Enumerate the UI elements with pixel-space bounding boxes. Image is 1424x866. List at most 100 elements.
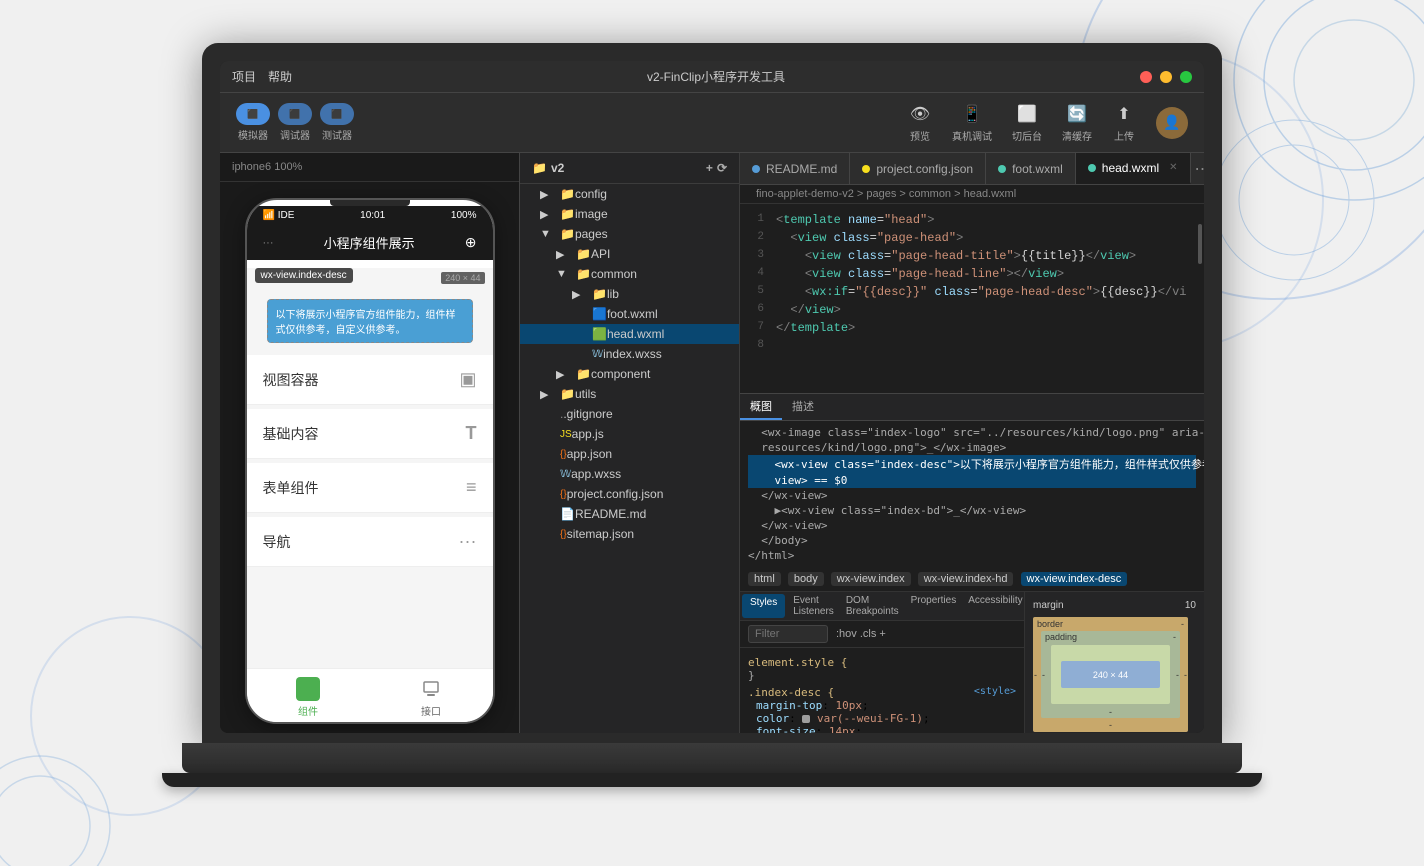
- chevron-right-icon: ▶: [540, 388, 556, 401]
- selector-html[interactable]: html: [748, 572, 781, 586]
- properties-tab[interactable]: Properties: [905, 592, 963, 620]
- file-tree-icon-new[interactable]: +: [706, 161, 713, 175]
- dom-breakpoints-tab[interactable]: DOM Breakpoints: [840, 592, 905, 620]
- tree-item-gitignore[interactable]: . .gitignore: [520, 404, 739, 424]
- tree-item-readme[interactable]: 📄 README.md: [520, 504, 739, 524]
- maximize-button[interactable]: [1180, 71, 1192, 83]
- folder-icon-config: 📁: [560, 187, 575, 201]
- highlighted-element: 以下将展示小程序官方组件能力，组件样式仅供参考，自定义供参考。: [267, 299, 473, 343]
- phone-section-2[interactable]: 表单组件 ≡: [247, 463, 493, 513]
- cut-action[interactable]: ⬜ 切后台: [1012, 102, 1042, 143]
- tab-foot-wxml[interactable]: foot.wxml: [986, 153, 1076, 184]
- toolbar-right: 👁 预览 📱 真机调试 ⬜ 切后台 🔄 清缓存: [908, 102, 1188, 143]
- filter-input[interactable]: [748, 625, 828, 643]
- tree-item-pages[interactable]: ▼ 📁 pages: [520, 224, 739, 244]
- phone-section-3[interactable]: 导航 ···: [247, 517, 493, 567]
- file-icon-foot-wxml: 🟦: [592, 307, 607, 321]
- tree-item-project-config[interactable]: {} project.config.json: [520, 484, 739, 504]
- tree-item-lib[interactable]: ▶ 📁 lib: [520, 284, 739, 304]
- selector-wx-view-index-hd[interactable]: wx-view.index-hd: [918, 572, 1014, 586]
- phone-section-1[interactable]: 基础内容 T: [247, 409, 493, 459]
- selector-wx-view-index[interactable]: wx-view.index: [831, 572, 911, 586]
- tree-item-utils[interactable]: ▶ 📁 utils: [520, 384, 739, 404]
- code-line-3: 3 <view class="page-head-title">{{title}…: [740, 248, 1204, 266]
- code-line-7: 7 </template>: [740, 320, 1204, 338]
- code-line-2: 2 <view class="page-head">: [740, 230, 1204, 248]
- tab-more-button[interactable]: ⋯: [1195, 159, 1204, 179]
- file-icon-sitemap: {}: [560, 529, 567, 540]
- user-avatar[interactable]: 👤: [1156, 107, 1188, 139]
- tree-item-head-wxml[interactable]: 🟩 head.wxml: [520, 324, 739, 344]
- editor-tabs: README.md project.config.json foot.wxml: [740, 153, 1204, 185]
- close-button[interactable]: [1140, 71, 1152, 83]
- selector-wx-view-index-desc[interactable]: wx-view.index-desc: [1021, 572, 1128, 586]
- padding-left-label: -: [1042, 670, 1045, 680]
- chevron-down-icon: ▼: [540, 228, 556, 240]
- chevron-right-icon: ▶: [540, 208, 556, 221]
- file-icon-head-wxml: 🟩: [592, 327, 607, 341]
- file-label-config: config: [575, 187, 607, 201]
- event-listeners-tab[interactable]: Event Listeners: [787, 592, 840, 620]
- file-icon-app-js: JS: [560, 429, 572, 440]
- tree-item-app-wxss[interactable]: 𝕎 app.wxss: [520, 464, 739, 484]
- status-signal: 📶 IDE: [263, 210, 295, 221]
- nav-icon-interface: [419, 677, 443, 701]
- debug-button[interactable]: ⬛ 调试器: [278, 103, 312, 142]
- tab-dot-project: [862, 165, 870, 173]
- file-tree-panel: 📁 v2 + ⟳ ▶ 📁 config ▶ 📁: [520, 153, 740, 733]
- preview-action[interactable]: 👁 预览: [908, 102, 932, 143]
- tree-item-app-js[interactable]: JS app.js: [520, 424, 739, 444]
- main-content: iphone6 100% 📶 IDE 10:01 100% ···: [220, 153, 1204, 733]
- tree-item-index-wxss[interactable]: 𝕎 index.wxss: [520, 344, 739, 364]
- styles-tab[interactable]: Styles: [742, 594, 785, 618]
- inspector-tab-overview[interactable]: 概图: [740, 394, 782, 420]
- device-label: iphone6 100%: [220, 153, 519, 182]
- nav-item-components[interactable]: 组件: [247, 677, 370, 718]
- upload-action[interactable]: ⬆ 上传: [1112, 102, 1136, 143]
- tree-item-sitemap[interactable]: {} sitemap.json: [520, 524, 739, 544]
- dom-line-4[interactable]: view> == $0: [748, 473, 1196, 488]
- tree-item-image[interactable]: ▶ 📁 image: [520, 204, 739, 224]
- tree-item-component[interactable]: ▶ 📁 component: [520, 364, 739, 384]
- tab-project-config[interactable]: project.config.json: [850, 153, 986, 184]
- code-line-6: 6 </view>: [740, 302, 1204, 320]
- phone-bottom-nav: 组件 接口: [247, 668, 493, 722]
- tree-item-api[interactable]: ▶ 📁 API: [520, 244, 739, 264]
- clear-cache-action[interactable]: 🔄 清缓存: [1062, 102, 1092, 143]
- box-model-header: margin 10: [1033, 600, 1196, 611]
- phone-device: 📶 IDE 10:01 100% ··· 小程序组件展示 ⊕: [245, 198, 495, 724]
- file-tree-icon-refresh[interactable]: ⟳: [717, 161, 727, 175]
- code-editor[interactable]: 1 <template name="head"> 2 <view class="…: [740, 204, 1204, 393]
- nav-label-interface: 接口: [421, 703, 441, 718]
- menu-item-help[interactable]: 帮助: [268, 68, 292, 85]
- tab-close-head[interactable]: ✕: [1169, 162, 1177, 173]
- tab-head-wxml[interactable]: head.wxml ✕: [1076, 153, 1191, 184]
- menu-item-project[interactable]: 项目: [232, 68, 256, 85]
- tree-item-common[interactable]: ▼ 📁 common: [520, 264, 739, 284]
- dom-line-6: ▶<wx-view class="index-bd">_</wx-view>: [748, 503, 1196, 518]
- style-rule-element: element.style { }: [748, 656, 1016, 682]
- folder-icon-common: 📁: [576, 267, 591, 281]
- chevron-right-icon: ▶: [556, 248, 572, 261]
- simulate-button[interactable]: ⬛ 模拟器: [236, 103, 270, 142]
- padding-right-label: -: [1176, 670, 1179, 680]
- dom-line-3[interactable]: <wx-view class="index-desc">以下将展示小程序官方组件…: [748, 455, 1196, 473]
- phone-section-0[interactable]: 视图容器 ▣: [247, 355, 493, 405]
- inspector-tab-desc[interactable]: 描述: [782, 394, 824, 420]
- tree-item-config[interactable]: ▶ 📁 config: [520, 184, 739, 204]
- chevron-right-icon: ▶: [572, 288, 588, 301]
- selector-body[interactable]: body: [788, 572, 824, 586]
- margin-right-label: -: [1184, 670, 1187, 680]
- tree-item-foot-wxml[interactable]: 🟦 foot.wxml: [520, 304, 739, 324]
- margin-label: margin: [1033, 600, 1064, 611]
- tab-readme[interactable]: README.md: [740, 153, 850, 184]
- test-button[interactable]: ⬛ 测试器: [320, 103, 354, 142]
- laptop-base: [182, 743, 1242, 773]
- accessibility-tab[interactable]: Accessibility: [962, 592, 1024, 620]
- tree-item-app-json[interactable]: {} app.json: [520, 444, 739, 464]
- minimize-button[interactable]: [1160, 71, 1172, 83]
- dom-line-5: </wx-view>: [748, 488, 1196, 503]
- screen-bezel: 项目 帮助 v2-FinClip小程序开发工具 ⬛ 模拟器: [202, 43, 1222, 743]
- real-debug-action[interactable]: 📱 真机调试: [952, 102, 992, 143]
- nav-item-interface[interactable]: 接口: [370, 677, 493, 718]
